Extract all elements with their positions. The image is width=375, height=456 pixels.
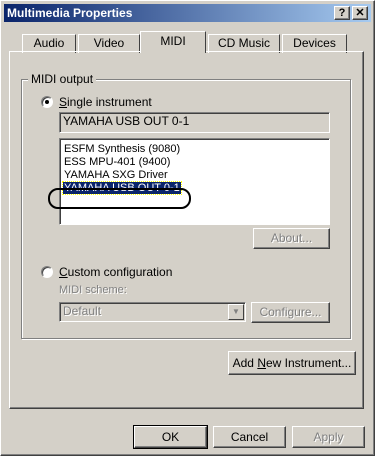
cancel-button[interactable]: Cancel: [213, 426, 286, 448]
close-icon: ✕: [355, 7, 365, 19]
tab-audio-label: Audio: [33, 36, 65, 50]
close-button[interactable]: ✕: [352, 6, 368, 20]
tab-devices-label: Devices: [293, 36, 336, 50]
ok-button[interactable]: OK: [133, 425, 208, 449]
tab-cd-music-label: CD Music: [217, 36, 270, 50]
tab-video-label: Video: [93, 36, 125, 50]
window-title: Multimedia Properties: [7, 6, 133, 20]
apply-button[interactable]: Apply: [292, 426, 365, 448]
tab-panel: [9, 51, 364, 409]
title-bar[interactable]: Multimedia Properties ? ✕: [4, 4, 371, 22]
tab-midi-label: MIDI: [160, 34, 186, 48]
tab-midi[interactable]: MIDI: [140, 31, 206, 53]
help-button[interactable]: ?: [334, 6, 350, 20]
